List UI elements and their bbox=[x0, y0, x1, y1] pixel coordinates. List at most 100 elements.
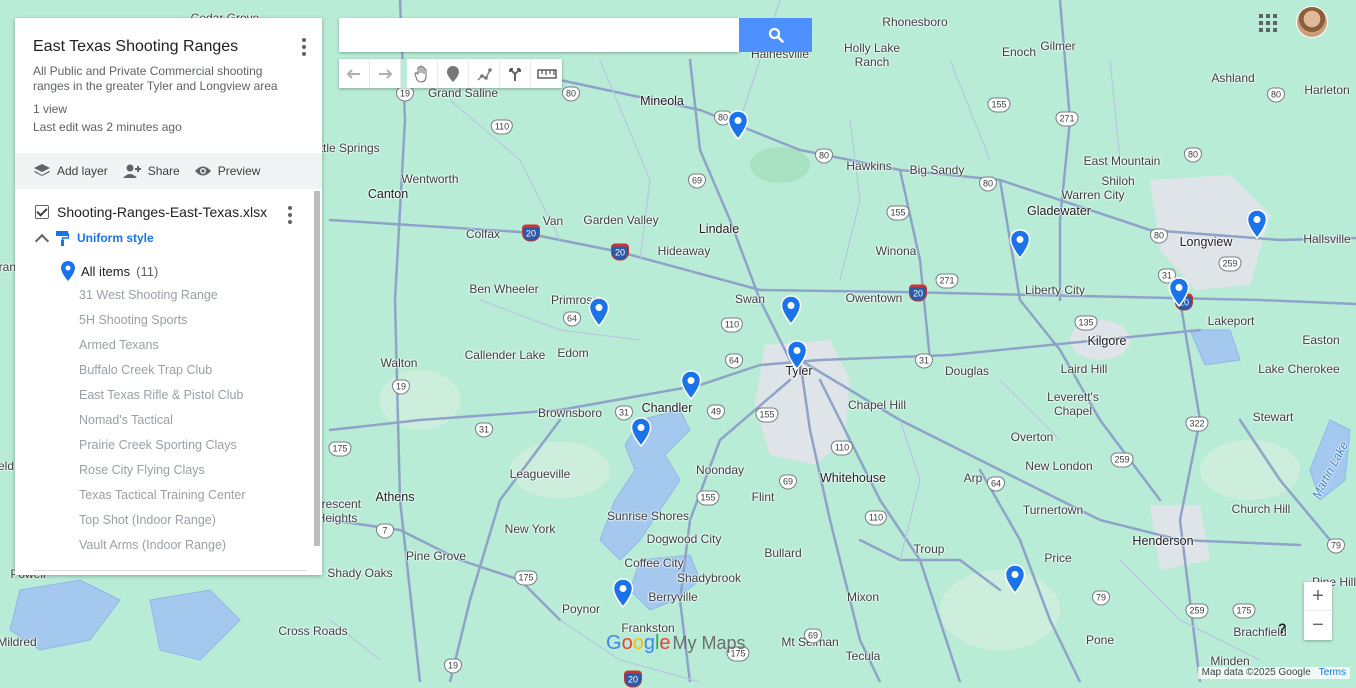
panel-toolbar: Add layer Share Preview bbox=[15, 153, 322, 189]
help-icon[interactable]: ? bbox=[1278, 620, 1287, 636]
range-marker-pin[interactable] bbox=[780, 295, 802, 325]
place-label: Hawkins bbox=[846, 159, 892, 173]
zoom-out-button[interactable]: − bbox=[1304, 611, 1332, 640]
chevron-up-icon[interactable] bbox=[34, 233, 50, 248]
range-marker-pin[interactable] bbox=[1009, 229, 1031, 259]
place-label: Ben Wheeler bbox=[469, 282, 539, 296]
interstate-shield: 20 bbox=[521, 224, 541, 242]
list-item[interactable]: East Texas Rifle & Pistol Club bbox=[79, 386, 246, 411]
highway-shield: 322 bbox=[1185, 416, 1209, 432]
place-label: Price bbox=[1044, 551, 1072, 565]
redo-icon bbox=[379, 68, 393, 79]
highway-shield: 155 bbox=[755, 407, 779, 423]
map-options-menu-icon[interactable] bbox=[296, 36, 312, 56]
range-marker-pin[interactable] bbox=[1168, 277, 1190, 307]
highway-shield: 175 bbox=[328, 441, 352, 457]
search-input[interactable] bbox=[339, 18, 739, 52]
layers-icon bbox=[34, 164, 50, 176]
undo-icon bbox=[346, 68, 360, 79]
layer-name[interactable]: Shooting-Ranges-East-Texas.xlsx bbox=[57, 204, 267, 220]
range-marker-pin[interactable] bbox=[630, 417, 652, 447]
highway-shield: 155 bbox=[696, 490, 720, 506]
uniform-style-link[interactable]: Uniform style bbox=[77, 231, 154, 245]
place-label: eld bbox=[0, 459, 15, 473]
place-label: Winona bbox=[875, 244, 917, 258]
directions-button[interactable] bbox=[500, 59, 531, 88]
list-item[interactable]: Vault Arms (Indoor Range) bbox=[79, 536, 246, 561]
range-list: 31 West Shooting Range 5H Shooting Sports… bbox=[79, 286, 246, 561]
place-label: Hideaway bbox=[657, 244, 711, 258]
place-label: Walton bbox=[380, 356, 418, 370]
place-label: Garden Valley bbox=[583, 213, 659, 227]
apps-grid-icon[interactable] bbox=[1259, 14, 1277, 32]
range-marker-pin[interactable] bbox=[786, 340, 808, 370]
range-marker-pin[interactable] bbox=[612, 578, 634, 608]
list-item[interactable]: Armed Texans bbox=[79, 336, 246, 361]
preview-button[interactable]: Preview bbox=[194, 164, 261, 178]
hand-icon bbox=[414, 64, 427, 83]
panel-divider bbox=[33, 570, 307, 571]
layer-style-row: Uniform style bbox=[34, 230, 154, 248]
zoom-in-button[interactable]: + bbox=[1304, 582, 1332, 611]
place-label: Tecula bbox=[845, 649, 881, 663]
list-item[interactable]: Prairie Creek Sporting Clays bbox=[79, 436, 246, 461]
map-title[interactable]: East Texas Shooting Ranges bbox=[33, 38, 238, 56]
range-marker-pin[interactable] bbox=[1246, 209, 1268, 239]
list-item[interactable]: Nomad's Tactical bbox=[79, 411, 246, 436]
undo-button[interactable] bbox=[339, 59, 370, 88]
place-label: Enoch bbox=[1001, 45, 1037, 59]
highway-shield: 259 bbox=[1185, 603, 1209, 619]
place-label: Athens bbox=[375, 490, 415, 504]
add-marker-button[interactable] bbox=[438, 59, 469, 88]
range-marker-pin[interactable] bbox=[680, 370, 702, 400]
list-item[interactable]: Rose City Flying Clays bbox=[79, 461, 246, 486]
list-item[interactable]: Texas Tactical Training Center bbox=[79, 486, 246, 511]
map-tools-bar bbox=[339, 59, 562, 88]
list-item[interactable]: 5H Shooting Sports bbox=[79, 311, 246, 336]
place-label: Minden bbox=[1210, 654, 1250, 668]
share-button[interactable]: Share bbox=[122, 163, 180, 179]
range-marker-pin[interactable] bbox=[588, 297, 610, 327]
search-icon bbox=[768, 27, 784, 43]
avatar[interactable] bbox=[1296, 6, 1328, 38]
list-item[interactable]: Buffalo Creek Trap Club bbox=[79, 361, 246, 386]
last-edit-status: Last edit was 2 minutes ago bbox=[33, 120, 182, 134]
place-label: Brownsboro bbox=[537, 406, 603, 420]
paint-roller-icon bbox=[56, 231, 69, 246]
range-marker-pin[interactable] bbox=[727, 110, 749, 140]
place-label: New York bbox=[504, 522, 556, 536]
layer-options-menu-icon[interactable] bbox=[288, 204, 292, 224]
panel-scrollbar[interactable] bbox=[314, 191, 320, 546]
list-item[interactable]: 31 West Shooting Range bbox=[79, 286, 246, 311]
highway-shield: 259 bbox=[1110, 452, 1134, 468]
place-label: Arp bbox=[963, 471, 983, 485]
preview-label: Preview bbox=[217, 164, 261, 178]
place-label: Canton bbox=[367, 187, 409, 201]
highway-shield: 155 bbox=[886, 205, 910, 221]
place-label: Warren City bbox=[1061, 188, 1125, 202]
add-layer-button[interactable]: Add layer bbox=[33, 163, 108, 179]
place-label: Edom bbox=[557, 346, 589, 360]
all-items-row[interactable]: All items (11) bbox=[61, 261, 158, 281]
map-description[interactable]: All Public and Private Commercial shooti… bbox=[33, 64, 295, 94]
place-label: Holly Lake Ranch bbox=[843, 41, 901, 69]
place-label: Liberty City bbox=[1024, 283, 1086, 297]
highway-shield: 271 bbox=[1055, 111, 1079, 127]
place-label: Church Hill bbox=[1231, 502, 1291, 516]
place-label: Noonday bbox=[695, 463, 745, 477]
redo-button[interactable] bbox=[370, 59, 401, 88]
range-marker-pin[interactable] bbox=[1004, 564, 1026, 594]
terms-link[interactable]: Terms bbox=[1319, 667, 1346, 679]
google-my-maps-logo: Google My Maps bbox=[606, 632, 746, 655]
measure-button[interactable] bbox=[531, 59, 562, 88]
place-label: Shadybrook bbox=[676, 571, 742, 585]
highway-shield: 175 bbox=[514, 570, 538, 586]
search-button[interactable] bbox=[739, 18, 812, 52]
list-item[interactable]: Top Shot (Indoor Range) bbox=[79, 511, 246, 536]
eye-icon bbox=[194, 166, 211, 176]
place-label: Swan bbox=[734, 292, 766, 306]
layer-visibility-checkbox[interactable] bbox=[35, 205, 49, 219]
pan-tool-button[interactable] bbox=[407, 59, 438, 88]
place-label: Pone bbox=[1085, 633, 1115, 647]
draw-line-button[interactable] bbox=[469, 59, 500, 88]
